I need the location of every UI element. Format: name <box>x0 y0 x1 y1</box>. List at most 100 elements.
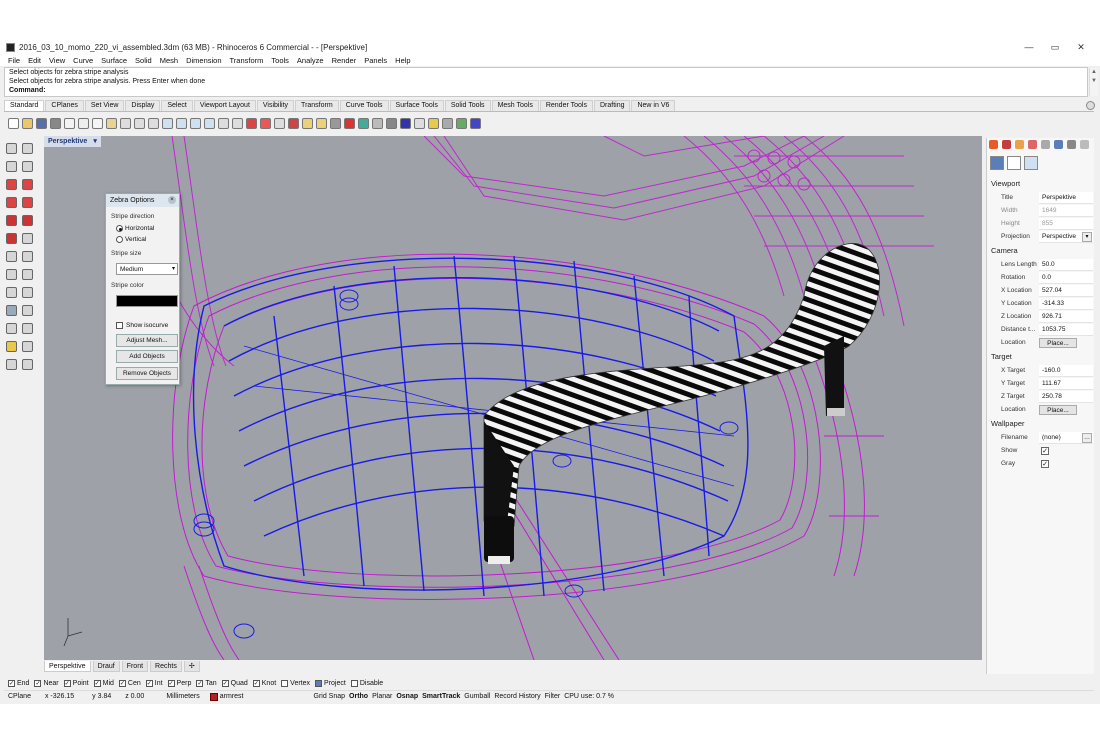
osnap-cen[interactable]: ✓ Cen <box>118 680 141 687</box>
x-target-field[interactable]: -160.0 <box>1039 365 1093 377</box>
tab-surface-tools[interactable]: Surface Tools <box>389 100 444 111</box>
y-location-field[interactable]: -314.33 <box>1039 298 1093 310</box>
browse-icon[interactable]: … <box>1082 433 1092 443</box>
object-properties-icon[interactable] <box>989 140 998 149</box>
menu-dimension[interactable]: Dimension <box>186 56 221 65</box>
z-target-field[interactable]: 250.78 <box>1039 391 1093 403</box>
circle-icon[interactable] <box>6 179 17 190</box>
tab-curve-tools[interactable]: Curve Tools <box>339 100 389 111</box>
display-icon[interactable] <box>1015 140 1024 149</box>
cube-icon[interactable] <box>22 305 33 316</box>
zoom-selected-icon[interactable] <box>204 117 215 129</box>
osnap-mid[interactable]: ✓ Mid <box>93 680 114 687</box>
menu-analyze[interactable]: Analyze <box>297 56 324 65</box>
extrude-icon[interactable] <box>6 269 17 280</box>
target-icon[interactable] <box>22 341 33 352</box>
perspective-viewport[interactable]: Perspektive ▾ <box>44 136 982 660</box>
osnap-tan[interactable]: ✓ Tan <box>196 680 217 687</box>
command-prompt[interactable]: Command: <box>9 87 46 94</box>
tab-set-view[interactable]: Set View <box>84 100 125 111</box>
ground-plane-icon[interactable] <box>1054 140 1063 149</box>
distance-field[interactable]: 1053.75 <box>1039 324 1093 336</box>
cut-icon[interactable] <box>78 117 89 129</box>
menu-help[interactable]: Help <box>395 56 410 65</box>
status-ortho[interactable]: Ortho <box>349 693 368 700</box>
osnap-project[interactable]: Project <box>315 680 346 687</box>
command-scrollbar[interactable]: ▲ ▼ <box>1089 68 1098 96</box>
surface-icon[interactable] <box>6 233 17 244</box>
ellipse-icon[interactable] <box>22 197 33 208</box>
maximize-icon[interactable]: ▭ <box>1042 40 1068 54</box>
menu-transform[interactable]: Transform <box>230 56 264 65</box>
polyline-icon[interactable] <box>6 161 17 172</box>
box-icon[interactable] <box>22 233 33 244</box>
menu-render[interactable]: Render <box>332 56 357 65</box>
toolbar-options-icon[interactable] <box>1086 101 1095 110</box>
layers-icon[interactable] <box>344 117 355 129</box>
undo-icon[interactable] <box>120 117 131 129</box>
four-view-icon[interactable] <box>232 117 243 129</box>
globe-icon[interactable] <box>456 117 467 129</box>
tab-standard[interactable]: Standard <box>4 100 45 111</box>
camera-icon[interactable] <box>990 156 1004 170</box>
help-icon[interactable] <box>1067 140 1076 149</box>
named-views-icon[interactable] <box>1024 156 1038 170</box>
osnap-int[interactable]: ✓ Int <box>145 680 163 687</box>
rendered-icon[interactable] <box>400 117 411 129</box>
x-location-field[interactable]: 527.04 <box>1039 285 1093 297</box>
tab-drafting[interactable]: Drafting <box>593 100 631 111</box>
status-cplane[interactable]: CPlane <box>8 693 31 700</box>
osnap-point[interactable]: ✓ Point <box>63 680 89 687</box>
viewport-tab-rechts[interactable]: Rechts <box>150 660 182 672</box>
open-file-icon[interactable] <box>22 117 33 129</box>
rotate-view-icon[interactable] <box>148 117 159 129</box>
properties-icon[interactable] <box>64 117 75 129</box>
vertical-radio[interactable]: Vertical <box>116 236 146 243</box>
loft-icon[interactable] <box>22 269 33 280</box>
paste-icon[interactable] <box>106 117 117 129</box>
undo-view-icon[interactable] <box>218 117 229 129</box>
stripe-size-select[interactable]: Medium ▾ <box>116 263 178 275</box>
zoom-extents-icon[interactable] <box>190 117 201 129</box>
target-place-button[interactable]: Place... <box>1039 405 1077 415</box>
add-viewport-icon[interactable]: ✢ <box>183 660 200 672</box>
menu-edit[interactable]: Edit <box>28 56 41 65</box>
shaded-icon[interactable] <box>386 117 397 129</box>
copy-icon[interactable] <box>92 117 103 129</box>
hide-objects-icon[interactable] <box>288 117 299 129</box>
menu-view[interactable]: View <box>49 56 65 65</box>
freeform-icon[interactable] <box>22 215 33 226</box>
remove-objects-button[interactable]: Remove Objects <box>116 367 178 380</box>
title-field[interactable]: Perspektive <box>1039 192 1093 204</box>
zoom-icon[interactable] <box>162 117 173 129</box>
tab-transform[interactable]: Transform <box>295 100 339 111</box>
tab-viewport-layout[interactable]: Viewport Layout <box>193 100 256 111</box>
snap-icon[interactable] <box>6 359 17 370</box>
pan-icon[interactable] <box>134 117 145 129</box>
menu-surface[interactable]: Surface <box>101 56 127 65</box>
menu-file[interactable]: File <box>8 56 20 65</box>
camera-place-button[interactable]: Place... <box>1039 338 1077 348</box>
osnap-perp[interactable]: ✓ Perp <box>167 680 191 687</box>
add-objects-button[interactable]: Add Objects <box>116 350 178 363</box>
lock-icon[interactable] <box>330 117 341 129</box>
close-icon[interactable]: × <box>168 196 176 204</box>
show-isocurve-checkbox[interactable]: Show isocurve <box>116 322 168 329</box>
rotation-field[interactable]: 0.0 <box>1039 272 1093 284</box>
horizontal-radio[interactable]: Horizontal <box>116 225 154 232</box>
options-icon[interactable] <box>428 117 439 129</box>
status-grid-snap[interactable]: Grid Snap <box>314 693 346 700</box>
materials-icon[interactable] <box>1028 140 1037 149</box>
tab-mesh-tools[interactable]: Mesh Tools <box>491 100 539 111</box>
tab-render-tools[interactable]: Render Tools <box>539 100 593 111</box>
lock-objects-icon[interactable] <box>302 117 313 129</box>
rectangle-icon[interactable] <box>6 197 17 208</box>
set-cplane-icon[interactable] <box>246 117 257 129</box>
adjust-mesh-button[interactable]: Adjust Mesh... <box>116 334 178 347</box>
split-icon[interactable] <box>22 287 33 298</box>
copy-object-icon[interactable] <box>274 117 285 129</box>
armrest-zebra-surface[interactable] <box>483 243 881 564</box>
osnap-quad[interactable]: ✓ Quad <box>221 680 248 687</box>
help-icon[interactable] <box>470 117 481 129</box>
viewport-tab-front[interactable]: Front <box>121 660 149 672</box>
